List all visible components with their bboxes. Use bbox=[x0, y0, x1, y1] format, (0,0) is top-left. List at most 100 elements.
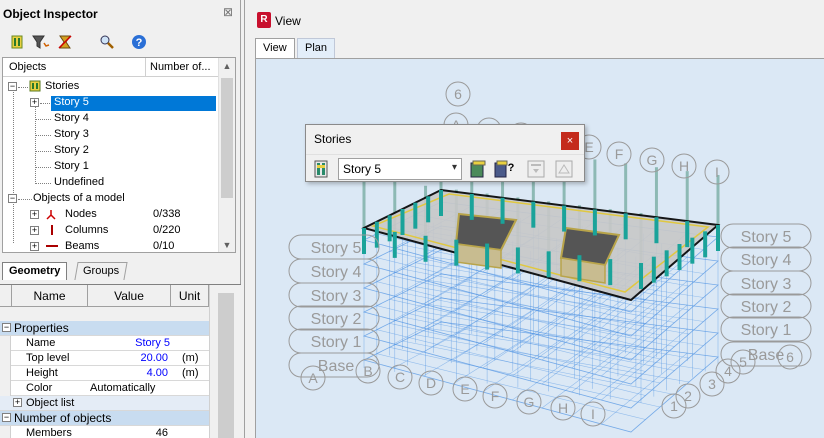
tree-label: Story 1 bbox=[54, 160, 89, 172]
collapse-icon[interactable]: − bbox=[2, 413, 11, 422]
object-inspector-panel: Object Inspector ⊠ ? Objects Number of..… bbox=[0, 0, 241, 438]
collapse-icon[interactable]: − bbox=[8, 82, 17, 91]
prop-row-members[interactable]: Members 46 bbox=[0, 426, 209, 438]
app-r-icon: R bbox=[257, 12, 271, 28]
dialog-close-button[interactable]: × bbox=[561, 132, 579, 150]
tree-label: Stories bbox=[45, 80, 80, 92]
prop-row-object-list[interactable]: + Object list bbox=[0, 396, 209, 411]
story-label-left: Story 1 bbox=[311, 334, 362, 351]
group-properties[interactable]: − Properties bbox=[0, 321, 209, 336]
prop-value[interactable]: 20.00 bbox=[90, 352, 168, 364]
scroll-thumb[interactable] bbox=[221, 78, 233, 198]
prop-value[interactable]: 4.00 bbox=[90, 367, 168, 379]
search-icon[interactable] bbox=[97, 32, 117, 52]
prop-value[interactable]: 46 bbox=[90, 427, 168, 438]
panel-title: Object Inspector bbox=[3, 7, 98, 21]
grid-axis-bottom-label: C bbox=[395, 369, 405, 385]
model-3d-canvas[interactable]: 6ABCDEFGHIABCDEFGHI123456Story 5Story 4S… bbox=[255, 58, 824, 438]
grid-axis-right-label: 3 bbox=[708, 376, 716, 392]
tab-plan[interactable]: Plan bbox=[297, 38, 336, 58]
tree-node-stories[interactable]: − Stories bbox=[3, 79, 219, 95]
prop-row-top-level[interactable]: Top level 20.00 (m) bbox=[0, 351, 209, 366]
tree-node-columns[interactable]: + Columns 0/220 bbox=[3, 223, 219, 239]
tab-geometry[interactable]: Geometry bbox=[2, 262, 68, 280]
expand-icon[interactable]: + bbox=[30, 98, 39, 107]
tree-count: 0/338 bbox=[153, 208, 181, 220]
props-scrollbar[interactable] bbox=[209, 285, 241, 438]
col-name[interactable]: Name bbox=[12, 285, 88, 307]
collapse-icon[interactable]: − bbox=[8, 194, 17, 203]
group-number-of-objects[interactable]: − Number of objects bbox=[0, 411, 209, 426]
tab-groups[interactable]: Groups bbox=[74, 262, 128, 280]
expand-icon[interactable]: + bbox=[30, 226, 39, 235]
tree-node-model[interactable]: − Objects of a model bbox=[3, 191, 219, 207]
object-tree[interactable]: Objects Number of... ▲ ▼ − Stories + Sto… bbox=[2, 57, 236, 253]
group-label: Number of objects bbox=[14, 411, 112, 425]
col-unit[interactable]: Unit bbox=[171, 285, 209, 307]
tree-label: Story 5 bbox=[54, 96, 89, 108]
prop-label: Members bbox=[26, 427, 72, 438]
prop-row-name[interactable]: Name Story 5 bbox=[0, 336, 209, 351]
col-number[interactable]: Number of... bbox=[150, 61, 211, 73]
grid-axis-bottom-label: F bbox=[491, 388, 500, 404]
story-label-left: Story 5 bbox=[311, 240, 362, 257]
scroll-thumb[interactable] bbox=[218, 293, 234, 438]
stories-icon bbox=[29, 80, 41, 93]
help-icon[interactable]: ? bbox=[129, 32, 149, 52]
col-value[interactable]: Value bbox=[88, 285, 171, 307]
collapse-icon[interactable]: − bbox=[2, 323, 11, 332]
story-arrange-icon[interactable] bbox=[552, 157, 576, 181]
tree-scrollbar[interactable]: ▲ ▼ bbox=[218, 58, 235, 252]
hourglass-filter-icon[interactable] bbox=[55, 32, 75, 52]
scroll-up-icon[interactable]: ▲ bbox=[222, 61, 232, 71]
tree-node-story-3[interactable]: Story 3 bbox=[3, 127, 219, 143]
story-down-icon[interactable] bbox=[524, 157, 548, 181]
tree-node-story-4[interactable]: Story 4 bbox=[3, 111, 219, 127]
panel-close-icon[interactable]: ⊠ bbox=[222, 6, 234, 18]
tab-groups-label: Groups bbox=[83, 265, 120, 277]
story-structure-icon[interactable] bbox=[310, 157, 334, 181]
tree-header: Objects Number of... bbox=[3, 58, 219, 77]
tree-node-beams[interactable]: + Beams 0/10 bbox=[3, 239, 219, 252]
filter-icon[interactable] bbox=[31, 32, 51, 52]
story-query-icon[interactable]: ? bbox=[492, 157, 516, 181]
grid-axis-bottom-label: I bbox=[591, 406, 595, 422]
properties-grid[interactable]: Name Value Unit − Properties Name Story … bbox=[0, 284, 241, 438]
tree-node-story-1[interactable]: Story 1 bbox=[3, 159, 219, 175]
tree-label: Story 4 bbox=[54, 112, 89, 124]
scroll-down-icon[interactable]: ▼ bbox=[222, 240, 232, 250]
model-3d-scene[interactable]: 6ABCDEFGHIABCDEFGHI123456Story 5Story 4S… bbox=[256, 59, 824, 438]
story-select-value: Story 5 bbox=[343, 162, 382, 176]
story-select[interactable]: Story 5 ▾ bbox=[338, 158, 462, 180]
prop-label: Object list bbox=[26, 397, 75, 409]
story-label-right: Story 3 bbox=[741, 276, 792, 293]
stories-dialog: Stories × Story 5 ▾ ? bbox=[305, 124, 585, 182]
expand-icon[interactable]: + bbox=[30, 210, 39, 219]
col-objects[interactable]: Objects bbox=[9, 61, 46, 73]
story-label-right: Story 5 bbox=[741, 229, 792, 246]
story-label-left: Story 2 bbox=[311, 311, 362, 328]
story-grid-outline bbox=[362, 321, 719, 433]
prop-unit: (m) bbox=[182, 367, 199, 379]
story-up-icon[interactable] bbox=[466, 157, 490, 181]
grid-axis-bottom-label: H bbox=[558, 400, 568, 416]
tree-node-nodes[interactable]: + Nodes 0/338 bbox=[3, 207, 219, 223]
prop-value[interactable]: Automatically bbox=[90, 382, 155, 394]
tab-view[interactable]: View bbox=[255, 38, 295, 58]
nodes-icon bbox=[45, 208, 57, 221]
tree-label: Story 3 bbox=[54, 128, 89, 140]
tree-node-story-5[interactable]: + Story 5 bbox=[3, 95, 219, 111]
expand-icon[interactable]: + bbox=[13, 398, 22, 407]
tree-node-undefined[interactable]: Undefined bbox=[3, 175, 219, 191]
expand-icon[interactable]: + bbox=[30, 242, 39, 251]
prop-row-color[interactable]: Color Automatically bbox=[0, 381, 209, 396]
dialog-title: Stories bbox=[314, 132, 352, 146]
prop-value[interactable]: Story 5 bbox=[90, 337, 170, 349]
prop-label: Top level bbox=[26, 352, 70, 364]
prop-row-height[interactable]: Height 4.00 (m) bbox=[0, 366, 209, 381]
story-label-left: Story 4 bbox=[311, 264, 362, 281]
tree-node-story-2[interactable]: Story 2 bbox=[3, 143, 219, 159]
grid-axis-right-label: 5 bbox=[739, 354, 747, 370]
tree-count: 0/10 bbox=[153, 240, 175, 252]
structure-icon[interactable] bbox=[7, 32, 27, 52]
